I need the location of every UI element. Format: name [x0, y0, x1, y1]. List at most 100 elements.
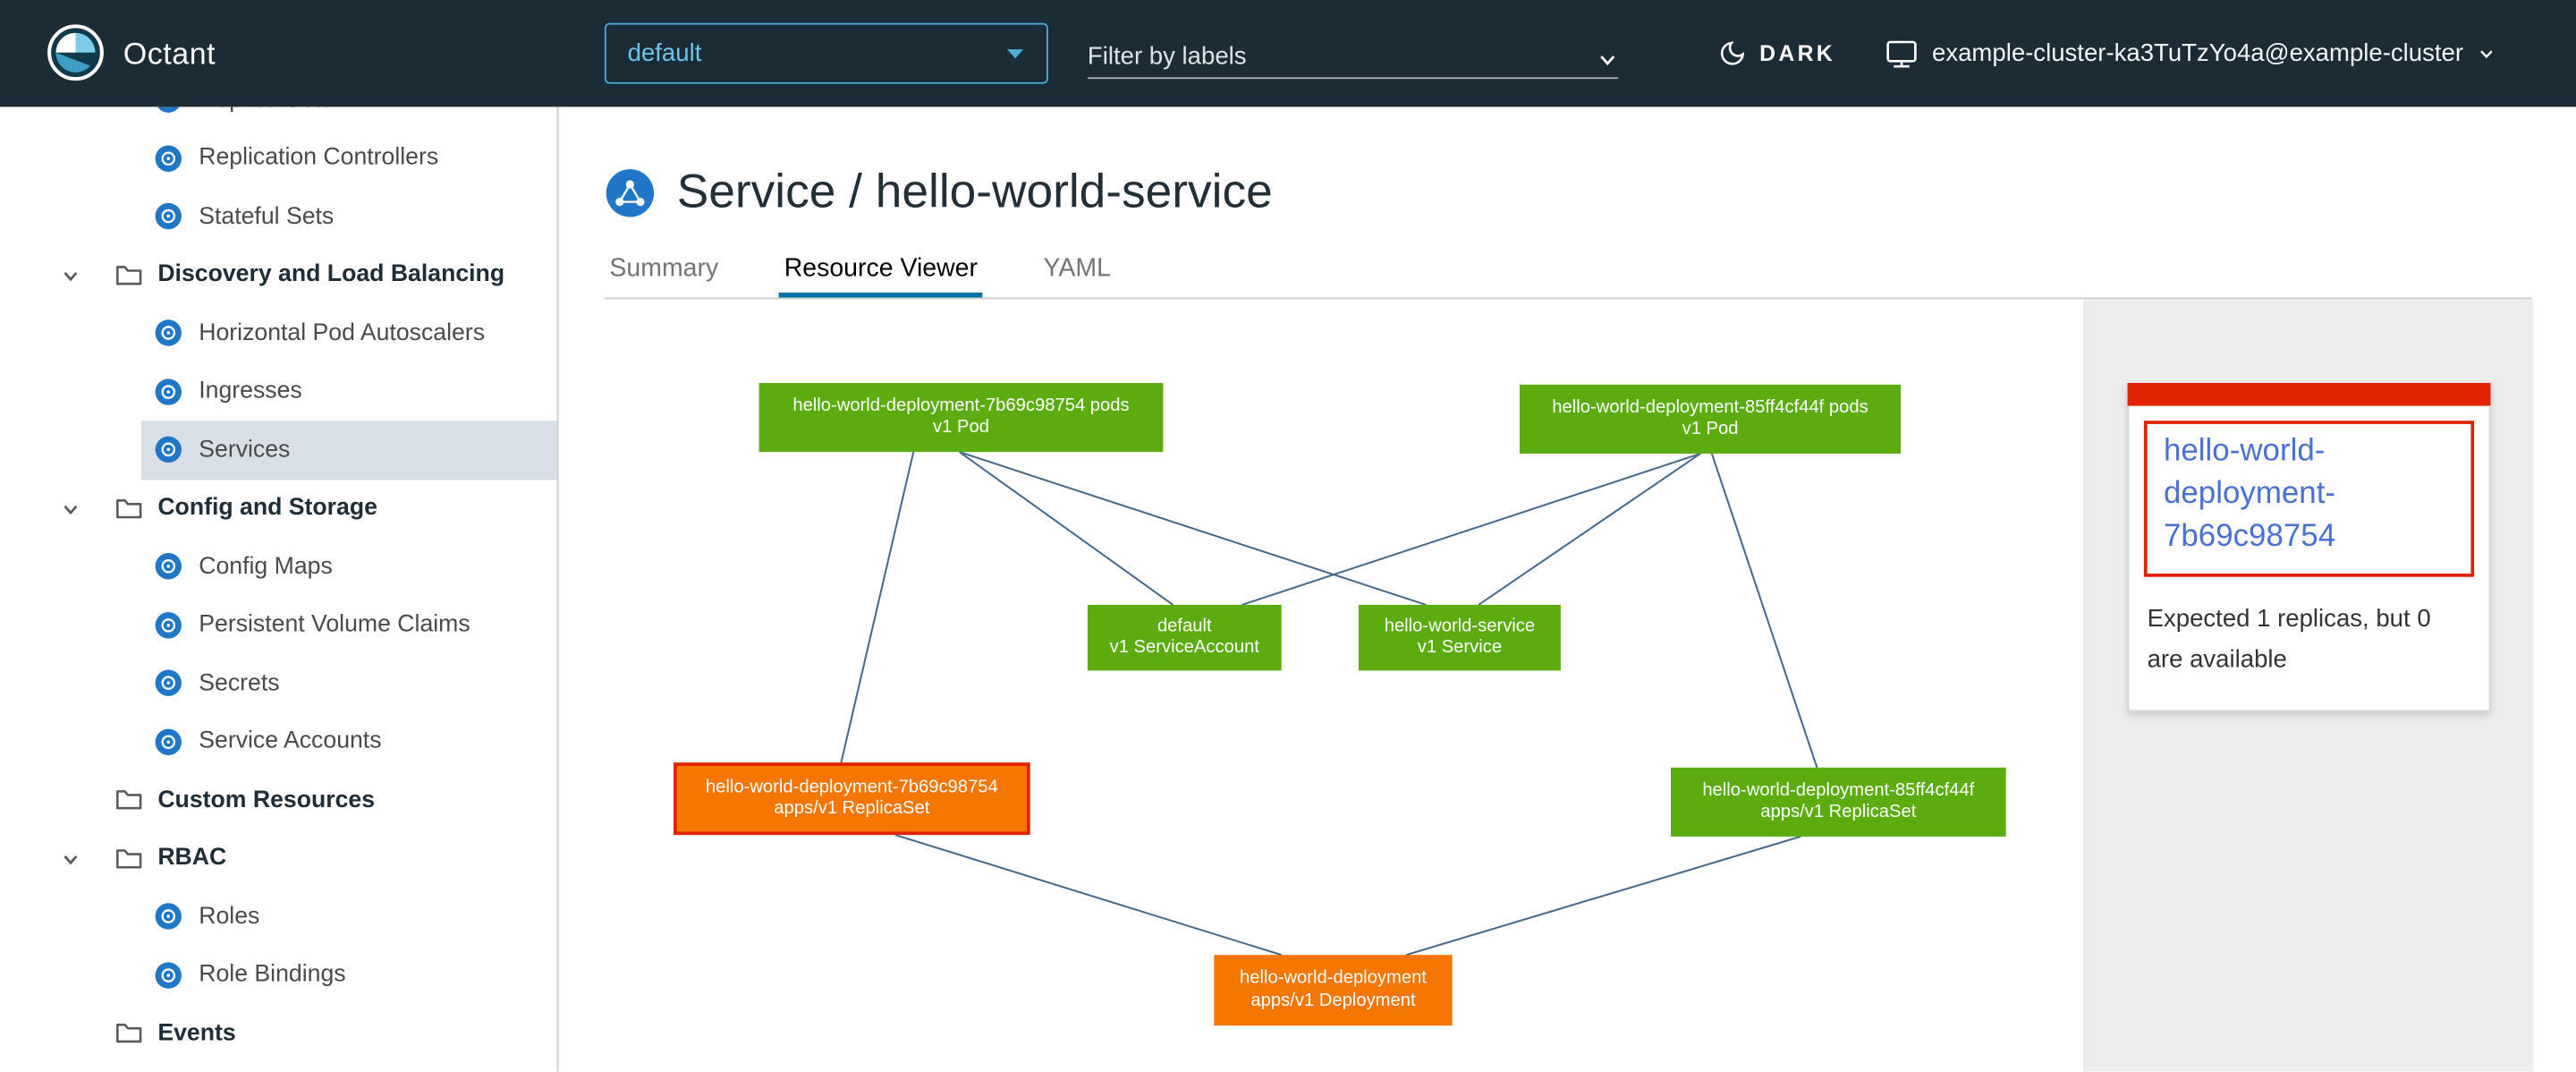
graph-node-label: hello-world-deployment-85ff4cf44f pods: [1552, 397, 1868, 420]
octant-logo-icon: [46, 23, 105, 82]
label-filter-input[interactable]: [1088, 43, 1597, 71]
graph-edge: [960, 452, 1427, 605]
tab-resource-viewer[interactable]: Resource Viewer: [779, 245, 982, 298]
graph-node-label: default: [1157, 616, 1212, 638]
graph-node-deployment-hello-world-deployment[interactable]: hello-world-deploymentapps/v1 Deployment: [1214, 955, 1452, 1025]
graph-node-serviceaccount-default[interactable]: defaultv1 ServiceAccount: [1088, 605, 1282, 670]
namespace-select[interactable]: default: [605, 23, 1048, 84]
danger-status-bar: [2128, 383, 2491, 406]
k8s-resource-icon: [155, 106, 182, 114]
sidebar-item-config-maps[interactable]: Config Maps: [0, 538, 557, 596]
graph-node-label: v1 Pod: [933, 418, 989, 440]
k8s-resource-icon: [155, 961, 182, 989]
chevron-down-icon[interactable]: [61, 849, 80, 869]
tab-yaml[interactable]: YAML: [1038, 245, 1115, 298]
graph-node-pod-85ff4cf44f[interactable]: hello-world-deployment-85ff4cf44f podsv1…: [1520, 385, 1901, 454]
sidebar-item-config-and-storage[interactable]: Config and Storage: [0, 479, 557, 537]
graph-node-label: apps/v1 ReplicaSet: [1760, 802, 1916, 824]
k8s-resource-icon: [155, 436, 182, 464]
graph-node-label: hello-world-deployment-7b69c98754 pods: [792, 396, 1129, 418]
graph-edge: [1406, 837, 1801, 955]
moon-icon: [1718, 39, 1746, 67]
chevron-down-icon: [2479, 45, 2496, 63]
graph-edge: [1479, 454, 1700, 605]
graph-edge: [1712, 454, 1818, 768]
sidebar-nav: Replica Sets Replication Controllers Sta…: [0, 106, 557, 1062]
graph-edge: [841, 452, 913, 762]
context-label: example-cluster-ka3TuTzYo4a@example-clus…: [1932, 39, 2463, 67]
sidebar-item-replication-controllers[interactable]: Replication Controllers: [0, 129, 557, 187]
graph-node-label: v1 ServiceAccount: [1110, 638, 1259, 660]
folder-icon: [115, 496, 143, 521]
folder-icon: [115, 846, 143, 871]
k8s-resource-icon: [155, 903, 182, 931]
graph-node-label: apps/v1 ReplicaSet: [774, 799, 929, 821]
chevron-down-icon[interactable]: [61, 498, 80, 518]
selected-node-card-body: hello-world-deployment-7b69c98754 Expect…: [2128, 406, 2491, 712]
tab-divider: [605, 297, 2531, 299]
sidebar-item-secrets[interactable]: Secrets: [0, 654, 557, 712]
graph-edge: [1242, 454, 1700, 605]
page-title: Service / hello-world-service: [677, 166, 1273, 220]
k8s-resource-icon: [155, 319, 182, 347]
graph-node-label: hello-world-deployment-85ff4cf44f: [1702, 780, 1974, 803]
page-title-block: Service / hello-world-service: [605, 165, 1273, 220]
caret-down-icon: [1005, 47, 1025, 60]
resource-detail-panel: hello-world-deployment-7b69c98754 Expect…: [2083, 299, 2533, 1071]
namespace-value: default: [628, 39, 1005, 67]
sidebar-item-stateful-sets[interactable]: Stateful Sets: [0, 187, 557, 245]
sidebar-item-discovery-and-load-balancing[interactable]: Discovery and Load Balancing: [0, 246, 557, 304]
sidebar-item-persistent-volume-claims[interactable]: Persistent Volume Claims: [0, 596, 557, 654]
octant-app: Octant default DARK example-cluster-ka3T…: [0, 0, 2576, 1072]
k8s-resource-icon: [155, 669, 182, 697]
selected-node-outline: hello-world-deployment-7b69c98754: [2144, 421, 2474, 576]
app-title: Octant: [123, 0, 216, 106]
sidebar-item-replica-sets[interactable]: Replica Sets: [0, 106, 557, 129]
chevron-down-icon[interactable]: [1597, 49, 1618, 71]
theme-toggle[interactable]: DARK: [1718, 0, 1835, 106]
sidebar-item-services[interactable]: Services: [0, 421, 557, 479]
graph-node-replicaset-7b69c98754[interactable]: hello-world-deployment-7b69c98754apps/v1…: [674, 762, 1030, 835]
sidebar: Replica Sets Replication Controllers Sta…: [0, 106, 558, 1071]
tab-summary[interactable]: Summary: [605, 245, 724, 298]
service-resource-icon: [605, 166, 656, 217]
k8s-resource-icon: [155, 378, 182, 405]
selected-node-card: hello-world-deployment-7b69c98754 Expect…: [2128, 383, 2491, 711]
graph-node-label: apps/v1 Deployment: [1250, 991, 1415, 1013]
k8s-resource-icon: [155, 202, 182, 230]
sidebar-item-events[interactable]: Events: [0, 1004, 557, 1062]
graph-canvas: hello-world-deployment-7b69c98754 podsv1…: [558, 299, 2082, 1071]
k8s-resource-icon: [155, 727, 182, 755]
graph-node-label: v1 Pod: [1682, 419, 1739, 441]
context-switcher[interactable]: example-cluster-ka3TuTzYo4a@example-clus…: [1886, 0, 2496, 106]
label-filter: [1088, 28, 1618, 79]
folder-icon: [115, 262, 143, 287]
graph-node-label: hello-world-deployment: [1240, 968, 1427, 991]
replica-status-message: Expected 1 replicas, but 0 are available: [2144, 599, 2474, 681]
sidebar-item-custom-resources[interactable]: Custom Resources: [0, 770, 557, 829]
sidebar-item-horizontal-pod-autoscalers[interactable]: Horizontal Pod Autoscalers: [0, 304, 557, 362]
k8s-resource-icon: [155, 611, 182, 639]
folder-icon: [115, 787, 143, 813]
sidebar-item-ingresses[interactable]: Ingresses: [0, 362, 557, 421]
sidebar-item-roles[interactable]: Roles: [0, 888, 557, 946]
graph-node-pod-7b69c98754[interactable]: hello-world-deployment-7b69c98754 podsv1…: [759, 383, 1164, 452]
selected-node-link[interactable]: hello-world-deployment-7b69c98754: [2164, 430, 2454, 558]
graph-node-label: v1 Service: [1418, 638, 1502, 660]
graph-edge: [960, 452, 1174, 605]
sidebar-item-rbac[interactable]: RBAC: [0, 830, 557, 888]
graph-node-service-hello-world-service[interactable]: hello-world-servicev1 Service: [1359, 605, 1561, 670]
graph-node-replicaset-85ff4cf44f[interactable]: hello-world-deployment-85ff4cf44fapps/v1…: [1671, 768, 2006, 837]
sidebar-item-role-bindings[interactable]: Role Bindings: [0, 946, 557, 1004]
sidebar-item-service-accounts[interactable]: Service Accounts: [0, 712, 557, 770]
graph-node-label: hello-world-service: [1385, 616, 1535, 638]
graph-node-label: hello-world-deployment-7b69c98754: [706, 777, 998, 799]
folder-icon: [115, 1021, 143, 1046]
cluster-icon: [1886, 38, 1918, 68]
tab-bar: Summary Resource Viewer YAML: [605, 245, 1115, 298]
app-header: Octant default DARK example-cluster-ka3T…: [0, 0, 2576, 106]
graph-edge: [895, 835, 1282, 955]
theme-toggle-label: DARK: [1759, 41, 1835, 66]
k8s-resource-icon: [155, 553, 182, 581]
chevron-down-icon[interactable]: [61, 266, 80, 285]
